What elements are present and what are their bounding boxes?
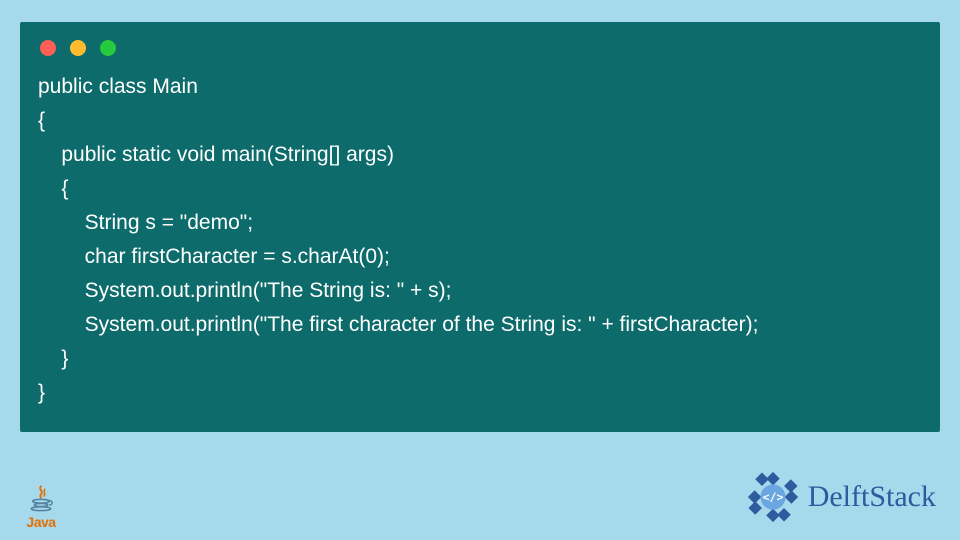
delftstack-logo-icon: </> xyxy=(744,468,802,526)
java-label: Java xyxy=(26,514,55,530)
close-icon xyxy=(40,40,56,56)
delftstack-label: DelftStack xyxy=(808,480,936,514)
code-window: public class Main { public static void m… xyxy=(20,22,940,432)
java-cup-icon xyxy=(24,484,58,514)
svg-text:</>: </> xyxy=(762,490,783,504)
maximize-icon xyxy=(100,40,116,56)
code-block: public class Main { public static void m… xyxy=(20,64,940,414)
delftstack-brand: </> DelftStack xyxy=(744,468,936,526)
window-traffic-lights xyxy=(20,22,940,64)
java-logo: Java xyxy=(24,484,58,530)
minimize-icon xyxy=(70,40,86,56)
footer: Java </> DelftStack xyxy=(0,460,960,540)
